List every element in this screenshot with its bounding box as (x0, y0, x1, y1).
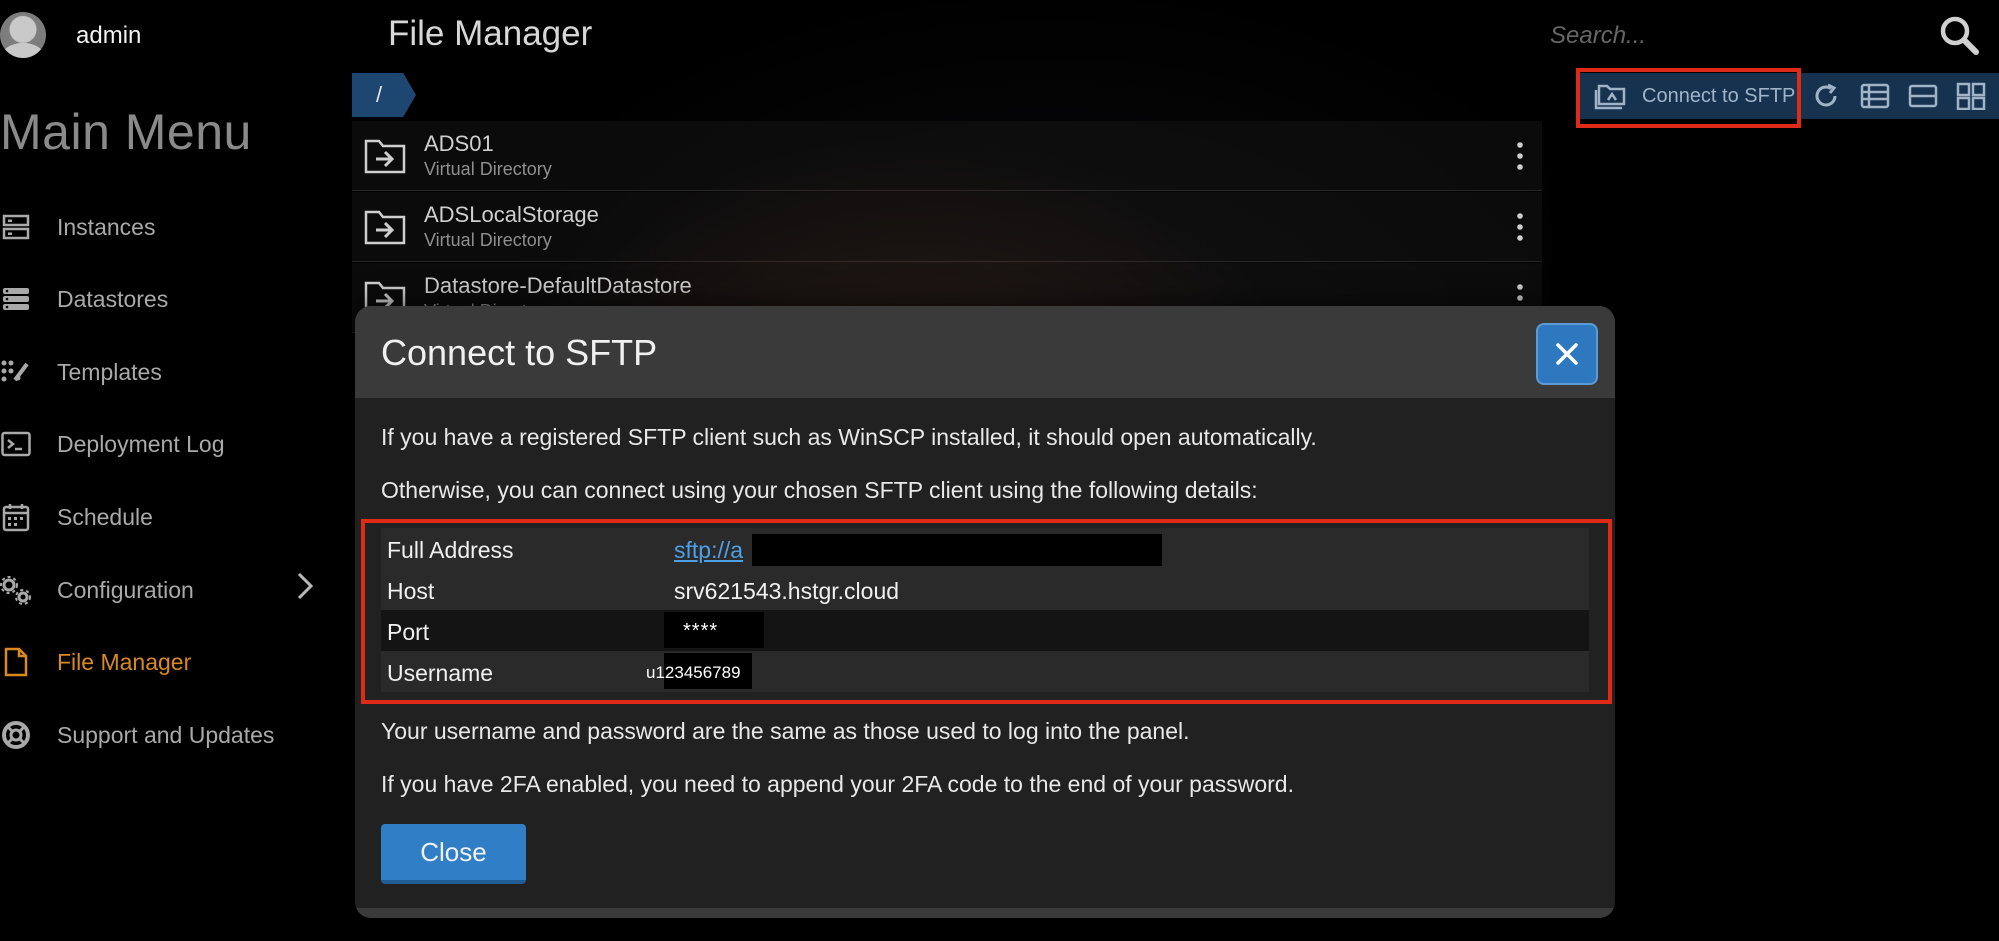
table-row: Username u123456789 (381, 651, 1589, 692)
sidebar-item-instances[interactable]: Instances (0, 205, 330, 249)
sftp-dialog: Connect to SFTP If you have a registered… (355, 306, 1615, 918)
avatar[interactable] (0, 12, 46, 58)
page-title: File Manager (388, 14, 593, 53)
search-input[interactable] (1550, 16, 1930, 56)
sidebar-item-label: Configuration (57, 576, 194, 603)
sidebar-item-templates[interactable]: Templates (0, 350, 330, 394)
file-icon (0, 646, 32, 678)
username[interactable]: admin (76, 22, 141, 50)
lifebuoy-icon (0, 719, 32, 751)
detail-label: Username (387, 660, 494, 686)
list-view-icon[interactable] (1855, 77, 1895, 115)
folder-enter-icon (364, 138, 406, 174)
table-row: Host srv621543.hstgr.cloud (381, 569, 1589, 610)
table-row: Port **** (381, 610, 1589, 651)
detail-label: Full Address (387, 537, 514, 563)
dialog-note-2fa: If you have 2FA enabled, you need to app… (381, 771, 1294, 797)
server-icon (0, 211, 32, 243)
split-view-icon[interactable] (1903, 77, 1943, 115)
datastore-icon (0, 283, 32, 315)
gears-icon (0, 574, 32, 606)
sidebar-item-label: Deployment Log (57, 430, 225, 457)
folder-enter-icon (364, 209, 406, 245)
port-value: **** (683, 620, 719, 642)
templates-icon (0, 356, 32, 388)
dialog-note-credentials: Your username and password are the same … (381, 718, 1190, 744)
redaction-bar (752, 534, 1162, 566)
more-options-icon[interactable] (1510, 210, 1530, 244)
file-type: Virtual Directory (424, 159, 552, 179)
refresh-icon[interactable] (1806, 77, 1846, 115)
more-options-icon[interactable] (1510, 139, 1530, 173)
sidebar-item-label: Support and Updates (57, 721, 275, 748)
sidebar-item-label: Datastores (57, 285, 169, 312)
connection-details-table: Full Address sftp://a Host srv621543.hst… (381, 528, 1589, 692)
list-item[interactable]: ADS01 Virtual Directory (352, 121, 1542, 191)
sidebar-item-support[interactable]: Support and Updates (0, 713, 330, 757)
sidebar: admin Main Menu Instances Datastores Tem… (0, 0, 350, 941)
breadcrumb[interactable]: / (352, 73, 416, 117)
file-name: Datastore-DefaultDatastore (424, 273, 692, 298)
search-icon[interactable] (1938, 14, 1980, 56)
list-item[interactable]: ADSLocalStorage Virtual Directory (352, 192, 1542, 262)
file-name: ADS01 (424, 131, 494, 156)
host-value: srv621543.hstgr.cloud (674, 578, 900, 604)
sidebar-item-schedule[interactable]: Schedule (0, 495, 330, 539)
sidebar-item-file-manager[interactable]: File Manager (0, 640, 330, 684)
grid-view-icon[interactable] (1951, 77, 1991, 115)
sidebar-item-label: Instances (57, 213, 156, 240)
chevron-right-icon (295, 571, 315, 610)
table-row: Full Address sftp://a (381, 528, 1589, 569)
dialog-footer-bar (355, 908, 1615, 918)
folder-upload-icon (1594, 82, 1626, 110)
sidebar-item-datastores[interactable]: Datastores (0, 277, 330, 321)
sidebar-item-label: Templates (57, 358, 162, 385)
file-type: Virtual Directory (424, 230, 552, 250)
dialog-header: Connect to SFTP (355, 306, 1615, 398)
sidebar-item-deployment-log[interactable]: Deployment Log (0, 422, 330, 466)
sidebar-item-label: File Manager (57, 648, 192, 675)
detail-label: Host (387, 578, 435, 604)
connect-sftp-label: Connect to SFTP (1642, 85, 1796, 107)
calendar-icon (0, 501, 32, 533)
dialog-otherwise-text: Otherwise, you can connect using your ch… (381, 477, 1258, 503)
connect-sftp-button[interactable]: Connect to SFTP (1580, 72, 1795, 122)
file-name: ADSLocalStorage (424, 202, 599, 227)
close-button[interactable]: Close (381, 824, 526, 884)
sidebar-item-label: Schedule (57, 503, 153, 530)
close-icon[interactable] (1536, 323, 1598, 385)
username-value: u123456789 (646, 663, 741, 682)
full-address-link[interactable]: sftp://a (674, 537, 743, 564)
detail-label: Port (387, 619, 430, 645)
dialog-title: Connect to SFTP (381, 332, 658, 373)
menu-title: Main Menu (0, 104, 252, 160)
sidebar-item-configuration[interactable]: Configuration (0, 568, 330, 612)
terminal-icon (0, 428, 32, 460)
dialog-intro-text: If you have a registered SFTP client suc… (381, 424, 1317, 450)
